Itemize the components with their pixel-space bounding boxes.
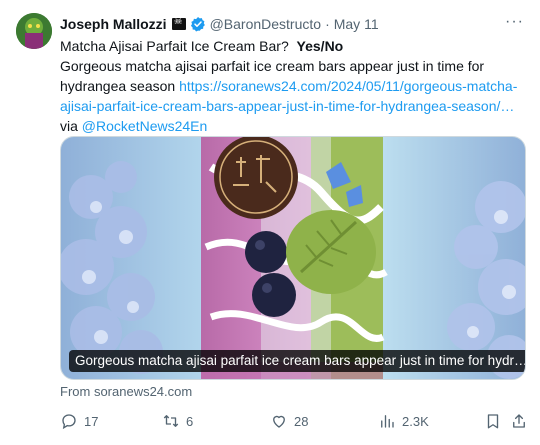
retweet-count: 6: [186, 413, 194, 429]
bookmark-button[interactable]: [484, 412, 502, 430]
views-icon: [381, 415, 394, 428]
author-name[interactable]: Joseph Mallozzi: [60, 16, 167, 32]
tweet: Joseph Mallozzi @BaronDestructo · May 11…: [0, 0, 540, 445]
reply-count: 17: [84, 413, 99, 429]
tweet-title: Matcha Ajisai Parfait Ice Cream Bar?: [60, 38, 289, 54]
reply-icon: [62, 414, 76, 430]
card-source[interactable]: From soranews24.com: [60, 384, 192, 399]
via-text: via: [60, 118, 78, 134]
views-button[interactable]: 2.3K: [378, 412, 429, 430]
like-button[interactable]: 28: [270, 412, 308, 430]
view-count: 2.3K: [402, 413, 429, 429]
separator-dot: ·: [325, 16, 330, 32]
heart-icon: [273, 415, 285, 428]
retweet-button[interactable]: 6: [162, 412, 193, 430]
avatar[interactable]: [16, 13, 52, 49]
link-card[interactable]: Gorgeous matcha ajisai parfait ice cream…: [60, 136, 526, 380]
verified-badge-icon: [190, 17, 205, 32]
tweet-header: Joseph Mallozzi @BaronDestructo · May 11…: [60, 13, 526, 34]
author-handle[interactable]: @BaronDestructo: [210, 16, 321, 32]
card-caption: Gorgeous matcha ajisai parfait ice cream…: [69, 350, 525, 372]
more-options-icon[interactable]: ···: [505, 13, 524, 31]
share-icon: [513, 414, 525, 428]
tweet-text: Matcha Ajisai Parfait Ice Cream Bar? Yes…: [60, 36, 526, 136]
tweet-first-line: Matcha Ajisai Parfait Ice Cream Bar? Yes…: [60, 36, 526, 56]
card-image: [61, 137, 525, 379]
mention-link[interactable]: @RocketNews24En: [82, 118, 208, 134]
retweet-icon: [163, 415, 179, 427]
reply-button[interactable]: 17: [60, 412, 98, 430]
like-count: 28: [294, 413, 309, 429]
pirate-flag-icon: [171, 16, 186, 30]
tweet-title-bold: Yes/No: [296, 38, 344, 54]
bookmark-icon: [487, 414, 499, 429]
share-button[interactable]: [510, 412, 528, 430]
action-bar: 17 6 28 2.3K: [60, 412, 530, 432]
tweet-date[interactable]: May 11: [334, 16, 379, 32]
tweet-body: Gorgeous matcha ajisai parfait ice cream…: [60, 56, 526, 136]
